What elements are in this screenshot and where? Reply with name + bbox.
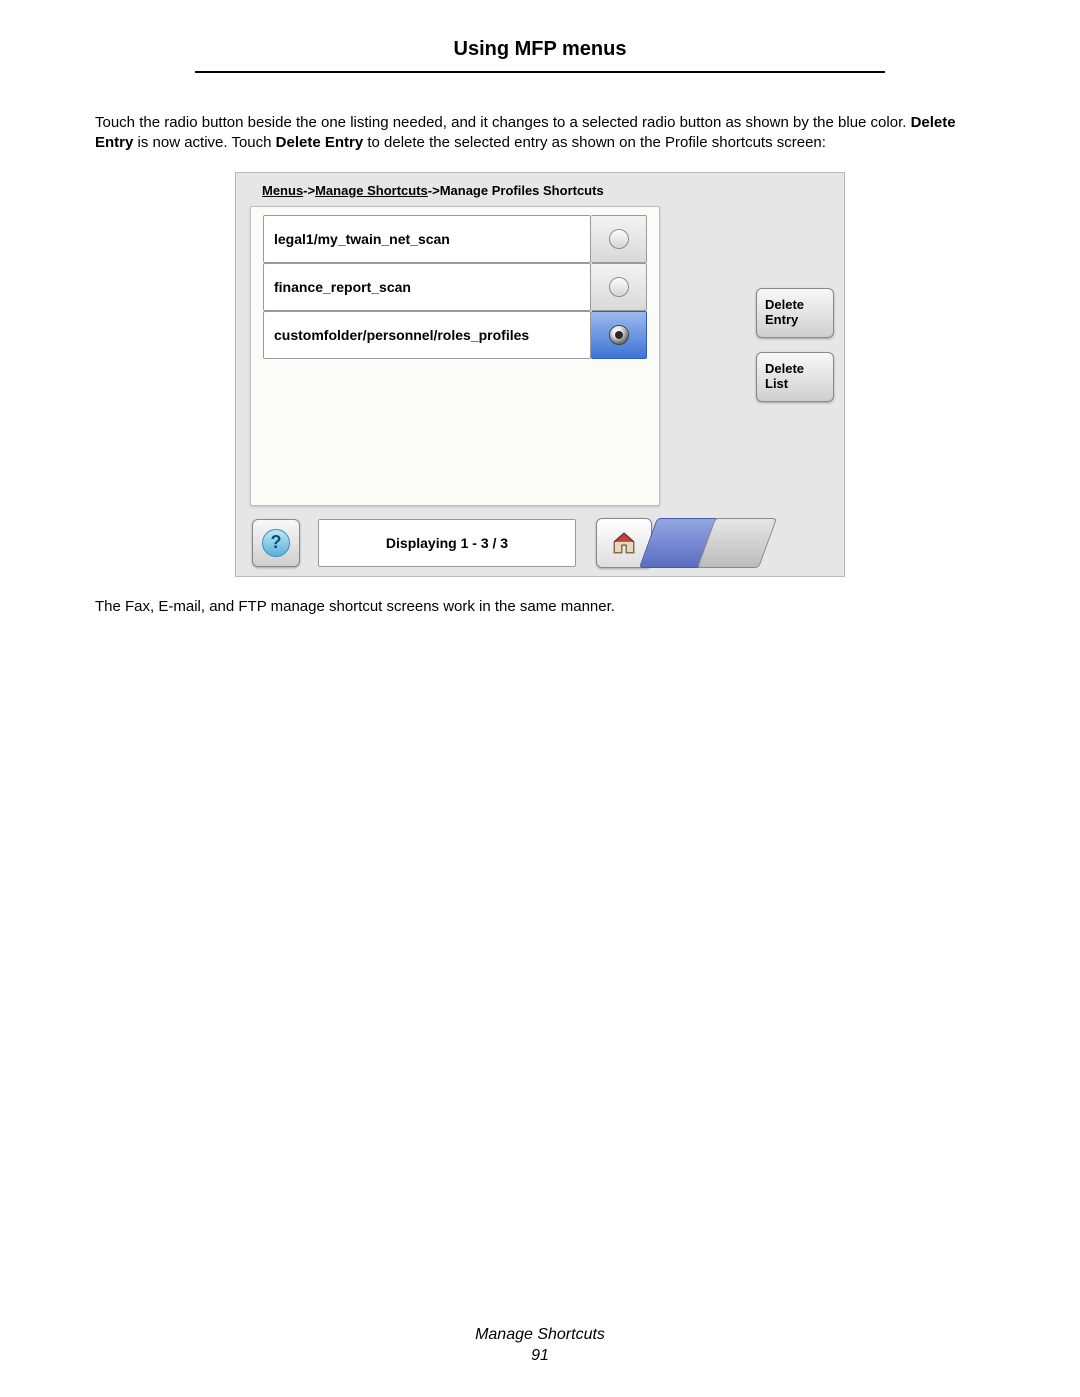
shortcut-list: legal1/my_twain_net_scan finance_report_… xyxy=(250,206,660,506)
screenshot-footer-bar: ? Displaying 1 - 3 / 3 xyxy=(236,514,844,576)
body-paragraph-1: Touch the radio button beside the one li… xyxy=(95,113,985,154)
radio-selected-icon xyxy=(609,325,629,345)
breadcrumb-sep-2: -> xyxy=(428,183,440,198)
page-number: 91 xyxy=(0,1346,1080,1367)
delete-list-button[interactable]: Delete List xyxy=(756,352,834,402)
display-status: Displaying 1 - 3 / 3 xyxy=(318,519,576,567)
title-divider xyxy=(195,71,885,73)
breadcrumb-sep-1: -> xyxy=(303,183,315,198)
breadcrumb-tail: Manage Profiles Shortcuts xyxy=(440,183,604,198)
list-item-radio[interactable] xyxy=(591,263,647,311)
p1-bold-2: Delete Entry xyxy=(276,134,364,151)
list-item[interactable]: finance_report_scan xyxy=(251,263,659,311)
home-icon xyxy=(611,530,637,556)
p1-text-c: is now active. Touch xyxy=(133,134,275,151)
radio-icon xyxy=(609,229,629,249)
breadcrumb-link-manage-shortcuts[interactable]: Manage Shortcuts xyxy=(315,183,428,198)
list-item[interactable]: customfolder/personnel/roles_profiles xyxy=(251,311,659,359)
delete-list-label: Delete List xyxy=(765,362,804,392)
breadcrumb-link-menus[interactable]: Menus xyxy=(262,183,303,198)
radio-icon xyxy=(609,277,629,297)
body-paragraph-2: The Fax, E-mail, and FTP manage shortcut… xyxy=(95,597,985,617)
help-button[interactable]: ? xyxy=(252,519,300,567)
device-screenshot: Menus->Manage Shortcuts->Manage Profiles… xyxy=(235,172,845,577)
breadcrumb: Menus->Manage Shortcuts->Manage Profiles… xyxy=(236,173,844,206)
list-item-label: finance_report_scan xyxy=(263,263,591,311)
question-mark-icon: ? xyxy=(262,529,290,557)
list-item-radio[interactable] xyxy=(591,215,647,263)
p1-text-d: to delete the selected entry as shown on… xyxy=(363,134,826,151)
list-item-radio-selected[interactable] xyxy=(591,311,647,359)
nav-cluster xyxy=(596,518,768,568)
list-item-label: legal1/my_twain_net_scan xyxy=(263,215,591,263)
footer-label: Manage Shortcuts xyxy=(0,1325,1080,1346)
page-footer: Manage Shortcuts 91 xyxy=(0,1325,1080,1367)
list-item[interactable]: legal1/my_twain_net_scan xyxy=(251,215,659,263)
delete-entry-button[interactable]: Delete Entry xyxy=(756,288,834,338)
p1-text-a: Touch the radio button beside the one li… xyxy=(95,114,911,131)
delete-entry-label: Delete Entry xyxy=(765,298,804,328)
page-title: Using MFP menus xyxy=(95,38,985,61)
list-item-label: customfolder/personnel/roles_profiles xyxy=(263,311,591,359)
